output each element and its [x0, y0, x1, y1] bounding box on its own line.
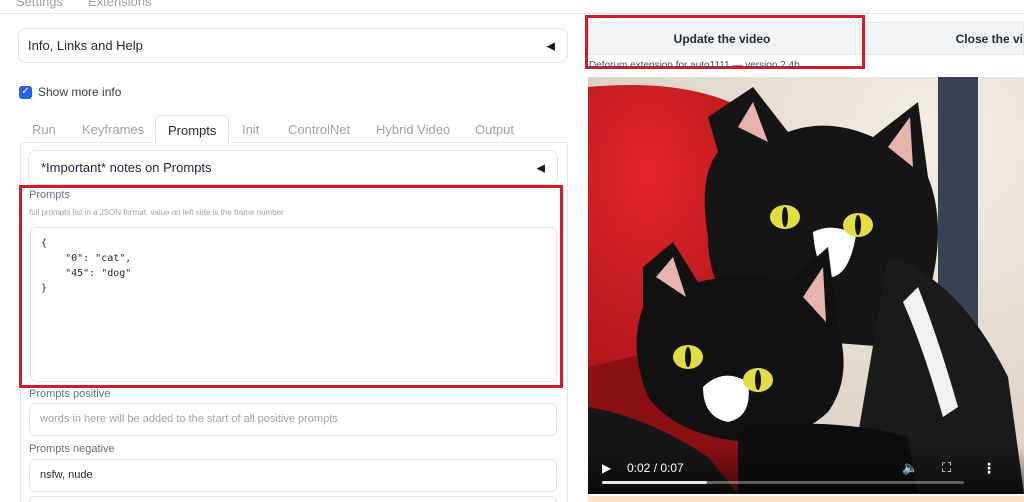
video-player[interactable]: ▶ 0:02 / 0:07 🔈 ⛶ ⋮	[588, 77, 1024, 494]
play-icon[interactable]: ▶	[602, 461, 611, 475]
collapse-triangle-icon[interactable]: ◀	[537, 161, 545, 174]
video-progress-bar[interactable]	[602, 481, 964, 484]
top-tab-extensions[interactable]: Extensions	[88, 0, 152, 9]
left-column: Info, Links and Help ◀ ✓ Show more info …	[0, 14, 578, 502]
tab-init[interactable]: Init	[242, 122, 259, 137]
prompts-notes-accordion[interactable]: *Important* notes on Prompts ◀	[28, 150, 558, 185]
close-video-button[interactable]: Close the vi	[858, 22, 1024, 55]
tab-output[interactable]: Output	[475, 122, 514, 137]
tab-hybrid-video[interactable]: Hybrid Video	[376, 122, 450, 137]
bottom-accent-strip	[588, 496, 1024, 502]
prompts-positive-input[interactable]: words in here will be added to the start…	[29, 403, 557, 436]
collapse-triangle-icon[interactable]: ◀	[547, 39, 555, 52]
deforum-tab-bar: Run Keyframes Prompts Init ControlNet Hy…	[20, 115, 568, 144]
video-controls: ▶ 0:02 / 0:07 🔈 ⛶ ⋮	[588, 448, 1024, 494]
video-frame-cats-image	[588, 77, 1024, 494]
video-progress-fill	[602, 481, 707, 484]
video-info-text: Deforum extension for auto1111 — version…	[589, 60, 800, 71]
highlight-box-prompts	[19, 185, 563, 388]
tab-run[interactable]: Run	[32, 122, 56, 137]
tab-prompts[interactable]: Prompts	[155, 115, 230, 144]
show-more-info-row[interactable]: ✓ Show more info	[19, 85, 121, 99]
next-field-partial	[29, 496, 557, 502]
prompts-negative-input[interactable]: nsfw, nude	[29, 459, 557, 492]
video-time: 0:02 / 0:07	[627, 461, 684, 475]
info-links-help-accordion[interactable]: Info, Links and Help ◀	[18, 28, 568, 63]
prompts-negative-label: Prompts negative	[29, 443, 115, 455]
info-accordion-label: Info, Links and Help	[28, 38, 143, 53]
fullscreen-icon[interactable]: ⛶	[942, 460, 951, 476]
more-options-icon[interactable]: ⋮	[982, 460, 996, 477]
prompts-positive-label: Prompts positive	[29, 388, 111, 400]
show-more-info-label: Show more info	[38, 85, 122, 99]
notes-accordion-label: *Important* notes on Prompts	[41, 160, 212, 175]
top-tab-settings[interactable]: Settings	[16, 0, 63, 9]
show-more-info-checkbox[interactable]: ✓	[19, 85, 32, 99]
tab-controlnet[interactable]: ControlNet	[288, 122, 350, 137]
top-tab-bar: Settings Extensions	[0, 0, 1024, 14]
tab-keyframes[interactable]: Keyframes	[82, 122, 144, 137]
right-column: Update the video Close the vi Deforum ex…	[578, 14, 1024, 502]
volume-icon[interactable]: 🔈	[902, 460, 918, 476]
